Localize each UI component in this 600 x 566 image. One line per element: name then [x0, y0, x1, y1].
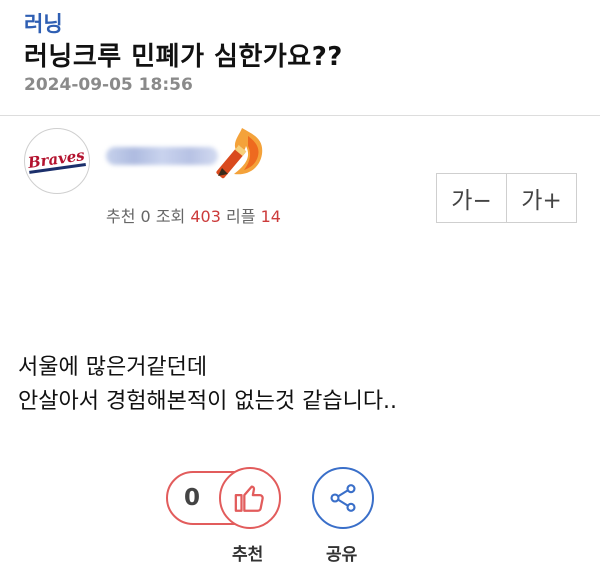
board-category[interactable]: 러닝	[24, 8, 63, 38]
stats-replies-value: 14	[260, 207, 281, 226]
post-body-line: 서울에 많은거같던데	[18, 355, 208, 380]
avatar[interactable]: Braves	[24, 128, 90, 194]
stats-views-label: 조회	[155, 207, 186, 226]
recommend-button[interactable]	[219, 467, 281, 529]
fire-pencil-icon	[216, 128, 263, 179]
avatar-logo-text: Braves	[27, 146, 87, 174]
thumbs-up-icon	[234, 485, 264, 512]
font-increase-button[interactable]: 가+	[506, 174, 576, 222]
font-size-controls: 가− 가+	[436, 173, 577, 223]
share-label: 공유	[326, 545, 358, 565]
author-nickname-blurred[interactable]	[106, 147, 218, 165]
post-datetime: 2024-09-05 18:56	[24, 75, 193, 95]
share-icon	[330, 484, 356, 512]
share-button[interactable]	[312, 467, 374, 529]
stats-replies-label: 리플	[226, 207, 256, 226]
recommend-label: 추천	[232, 545, 264, 565]
post-stats: 추천 0 조회 403 리플 14	[106, 203, 281, 227]
post-body-line: 안살아서 경험해본적이 없는것 같습니다..	[18, 389, 398, 414]
post-title: 러닝크루 민폐가 심한가요??	[24, 42, 343, 72]
recommend-count: 0	[184, 485, 201, 511]
stats-recommend-label: 추천	[106, 207, 136, 226]
post-body: 서울에 많은거같던데 안살아서 경험해본적이 없는것 같습니다..	[18, 351, 397, 419]
header-divider	[0, 115, 600, 116]
stats-views-value: 403	[190, 207, 221, 226]
stats-recommend-value: 0	[140, 207, 151, 226]
font-decrease-button[interactable]: 가−	[437, 174, 506, 222]
